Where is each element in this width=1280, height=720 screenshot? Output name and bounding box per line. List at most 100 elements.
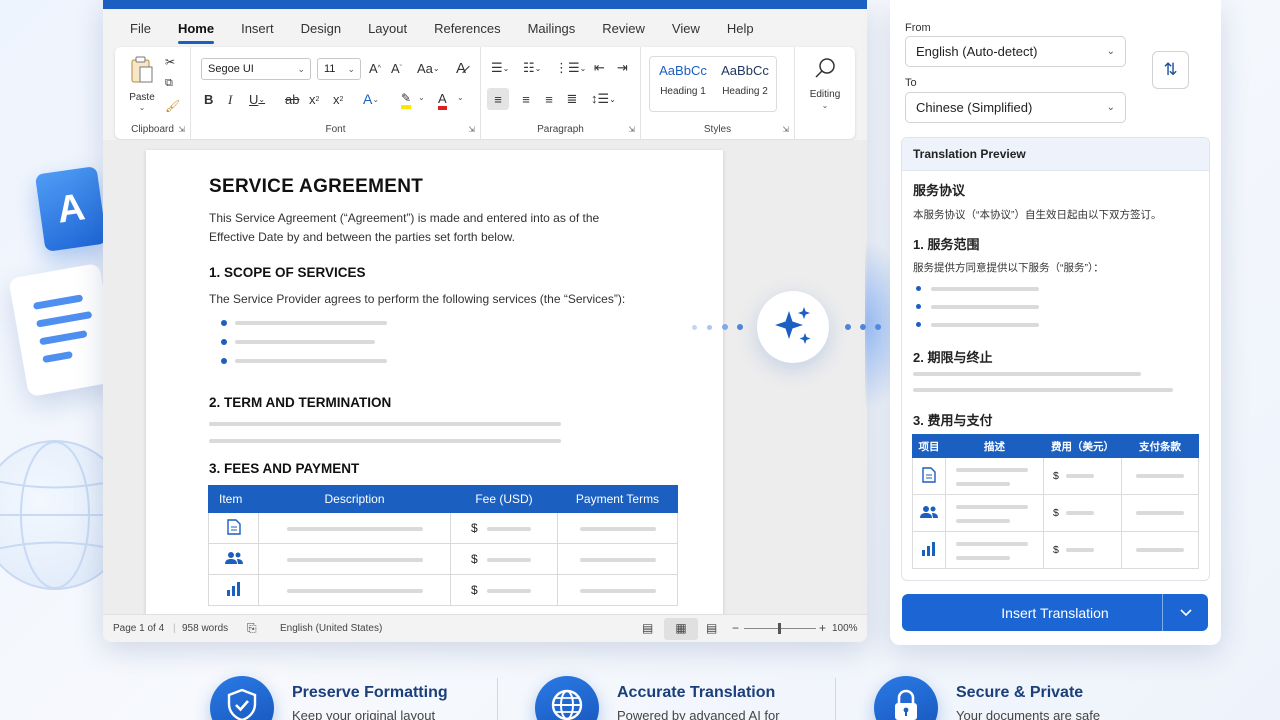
- align-center-icon[interactable]: ≡: [515, 88, 537, 110]
- connector-dot: [707, 325, 712, 330]
- placeholder-line: [1136, 474, 1184, 479]
- to-language-select[interactable]: Chinese (Simplified) ⌄: [905, 92, 1126, 123]
- dialog-launcher-icon[interactable]: ⇲: [782, 125, 789, 134]
- document-page[interactable]: SERVICE AGREEMENT This Service Agreement…: [146, 150, 723, 620]
- placeholder-line: [956, 482, 1010, 487]
- tab-layout[interactable]: Layout: [368, 21, 407, 36]
- paste-label: Paste: [129, 92, 155, 103]
- currency-symbol: $: [471, 552, 478, 566]
- language-status[interactable]: English (United States): [280, 623, 382, 634]
- feature-description: Your documents are safe: [956, 708, 1101, 720]
- proofing-icon[interactable]: ⎘: [247, 621, 257, 636]
- tab-review[interactable]: Review: [602, 21, 645, 36]
- font-name-select[interactable]: Segoe UI ⌄: [201, 58, 311, 80]
- placeholder-line: [286, 557, 423, 562]
- paste-button[interactable]: Paste ⌄: [125, 55, 159, 112]
- connector-dot: [737, 324, 743, 330]
- format-painter-icon[interactable]: 🖌: [165, 99, 180, 113]
- chevron-down-icon[interactable]: ⌄: [457, 93, 464, 102]
- from-language-select[interactable]: English (Auto-detect) ⌄: [905, 36, 1126, 67]
- tab-view[interactable]: View: [672, 21, 700, 36]
- zoom-level[interactable]: 100%: [832, 623, 858, 634]
- line-spacing-icon[interactable]: ↕☰ ⌄: [591, 91, 616, 107]
- translated-heading-fees: 3. 费用与支付: [913, 413, 993, 428]
- font-color-icon[interactable]: A: [438, 91, 447, 110]
- divider: [835, 678, 836, 720]
- tab-help[interactable]: Help: [727, 21, 754, 36]
- section-heading-term: 2. TERM AND TERMINATION: [209, 395, 392, 410]
- divider: |: [173, 623, 176, 634]
- editing-button[interactable]: Editing ⌄: [795, 47, 855, 139]
- dialog-launcher-icon[interactable]: ⇲: [178, 125, 185, 134]
- document-title: SERVICE AGREEMENT: [209, 176, 424, 197]
- placeholder-line: [1065, 548, 1094, 553]
- feature-description: Powered by advanced AI for: [617, 708, 780, 720]
- underline-icon[interactable]: U ⌄: [249, 92, 265, 107]
- tab-insert[interactable]: Insert: [241, 21, 274, 36]
- subscript-icon[interactable]: x2: [309, 92, 319, 107]
- increase-indent-icon[interactable]: ⇥: [617, 60, 628, 76]
- style-heading-1[interactable]: AaBbCc Heading 1: [652, 63, 714, 97]
- table-header: 描述: [945, 434, 1044, 458]
- translated-heading-term: 2. 期限与终止: [913, 350, 993, 365]
- copy-icon[interactable]: ⧉: [165, 77, 173, 90]
- document-icon: [912, 457, 946, 495]
- tab-home[interactable]: Home: [177, 21, 215, 44]
- cut-icon[interactable]: ✂: [165, 55, 175, 69]
- justify-icon[interactable]: ≣: [561, 88, 583, 110]
- section-heading-scope: 1. SCOPE OF SERVICES: [209, 265, 366, 280]
- highlight-icon[interactable]: ✎: [401, 91, 412, 109]
- decrease-indent-icon[interactable]: ⇤: [594, 60, 605, 76]
- placeholder-line: [487, 526, 532, 531]
- numbering-icon[interactable]: ☷ ⌄: [523, 60, 541, 76]
- preview-title: Translation Preview: [902, 138, 1209, 171]
- multilevel-list-icon[interactable]: ⋮☰ ⌄: [555, 60, 586, 76]
- text-effects-icon[interactable]: A ⌄: [363, 91, 379, 107]
- paste-icon: [131, 56, 153, 83]
- zoom-out-icon[interactable]: −: [732, 621, 739, 635]
- italic-icon[interactable]: I: [228, 92, 232, 108]
- tab-references[interactable]: References: [434, 21, 500, 36]
- zoom-in-icon[interactable]: +: [819, 621, 826, 635]
- table-row: $: [912, 531, 1199, 569]
- chevron-down-icon[interactable]: ⌄: [418, 93, 425, 102]
- shrink-font-icon[interactable]: Aˇ: [391, 61, 402, 76]
- read-mode-icon[interactable]: ▤: [642, 621, 653, 635]
- table-header: Payment Terms: [557, 485, 678, 513]
- tab-design[interactable]: Design: [301, 21, 341, 36]
- zoom-slider-thumb[interactable]: [778, 623, 781, 634]
- status-bar: Page 1 of 4 | 958 words ⎘ English (Unite…: [103, 614, 867, 642]
- shield-check-icon: [210, 676, 274, 720]
- change-case-icon[interactable]: Aa ⌄: [417, 61, 440, 76]
- table-row: $: [912, 494, 1199, 532]
- tab-mailings[interactable]: Mailings: [528, 21, 576, 36]
- styles-group: AaBbCc Heading 1 AaBbCc Heading 2 Styles…: [641, 47, 795, 139]
- align-right-icon[interactable]: ≡: [538, 88, 560, 110]
- swap-languages-button[interactable]: ⇅: [1152, 51, 1189, 89]
- grow-font-icon[interactable]: A ^: [369, 61, 381, 76]
- bold-icon[interactable]: B: [204, 92, 213, 107]
- globe-icon: [535, 676, 599, 720]
- dialog-launcher-icon[interactable]: ⇲: [628, 125, 635, 134]
- placeholder-line: [235, 359, 387, 363]
- bullet: [916, 322, 921, 327]
- word-count[interactable]: 958 words: [182, 623, 228, 634]
- page-count[interactable]: Page 1 of 4: [113, 623, 164, 634]
- insert-options-button[interactable]: [1162, 594, 1208, 631]
- align-left-icon[interactable]: ≡: [487, 88, 509, 110]
- dialog-launcher-icon[interactable]: ⇲: [468, 125, 475, 134]
- tab-file[interactable]: File: [130, 21, 151, 36]
- placeholder-line: [209, 422, 561, 426]
- translation-preview: Translation Preview 服务协议 本服务协议（“本协议”）自生效…: [901, 137, 1210, 581]
- font-size-select[interactable]: 11 ⌄: [317, 58, 361, 80]
- superscript-icon[interactable]: x2: [333, 92, 343, 107]
- style-heading-2[interactable]: AaBbCc Heading 2: [714, 63, 776, 97]
- strikethrough-icon[interactable]: ab: [285, 92, 299, 107]
- placeholder-line: [487, 557, 532, 562]
- font-group: Segoe UI ⌄ 11 ⌄ A ^ Aˇ Aa ⌄ A̷ B I U ⌄ ab x2…: [191, 47, 481, 139]
- clear-formatting-icon[interactable]: A̷: [456, 60, 466, 77]
- web-layout-icon[interactable]: ▤: [706, 621, 717, 635]
- print-layout-icon[interactable]: ▦: [664, 618, 698, 640]
- insert-translation-button[interactable]: Insert Translation: [902, 594, 1208, 631]
- bullets-icon[interactable]: ☰ ⌄: [491, 60, 509, 76]
